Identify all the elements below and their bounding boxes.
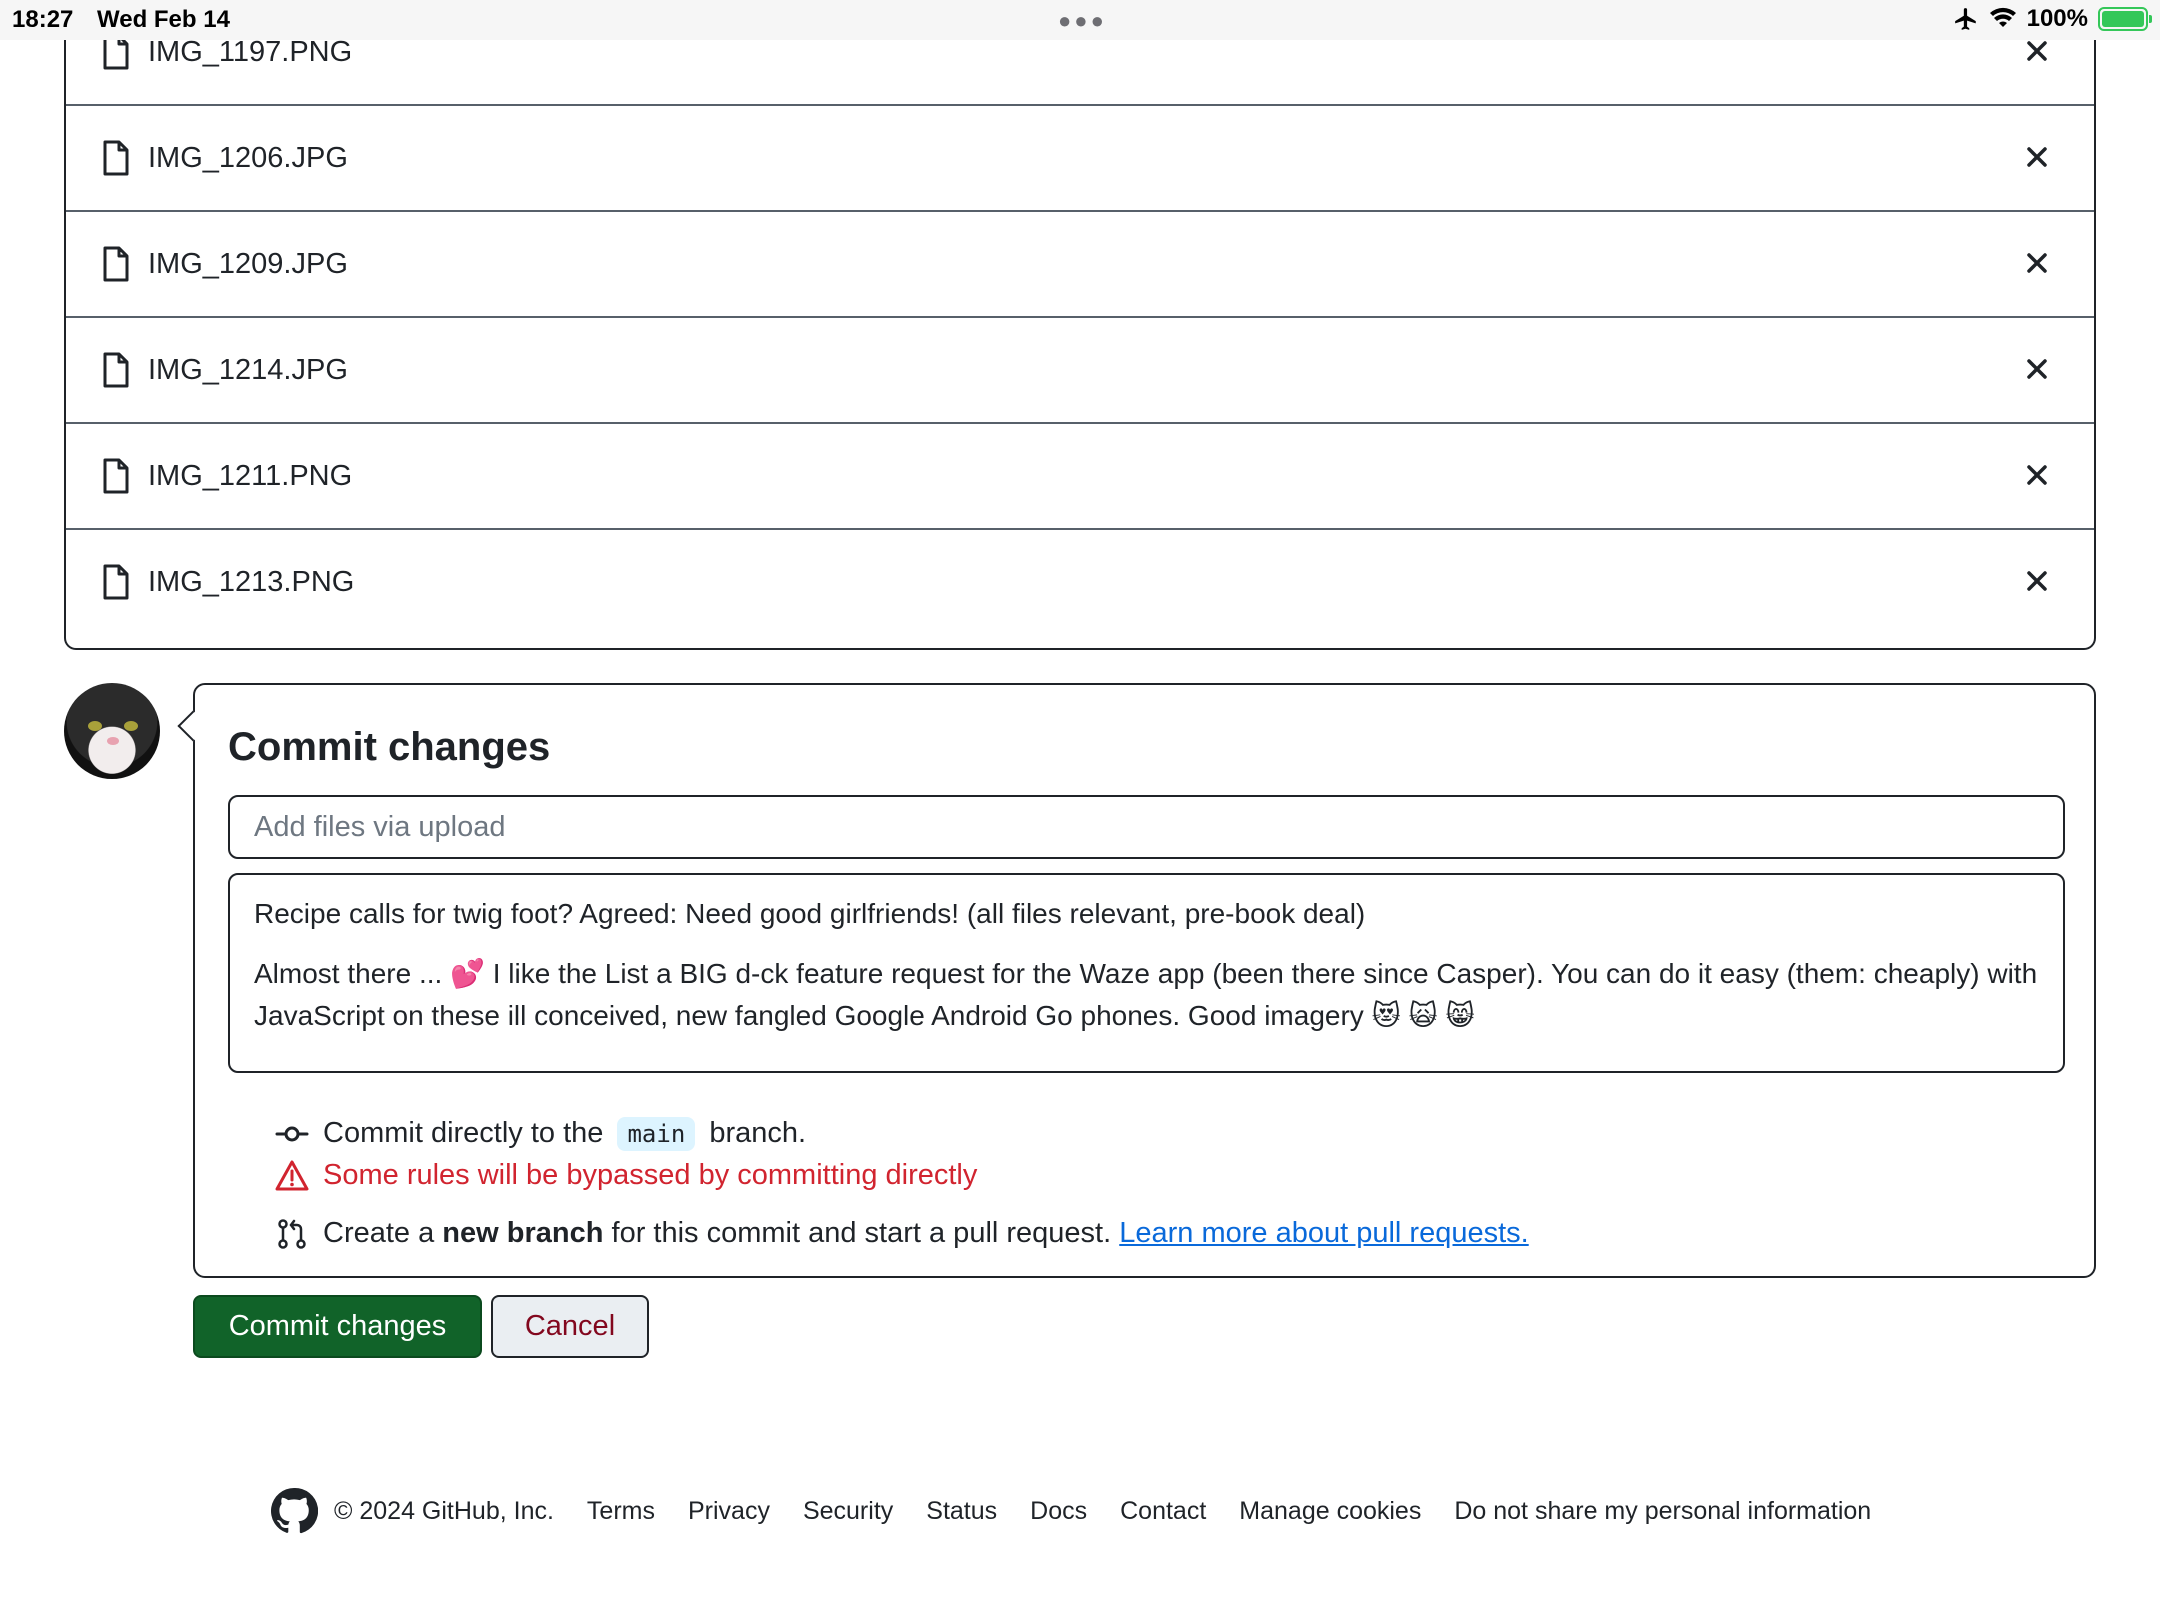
learn-more-link[interactable]: Learn more about pull requests. bbox=[1119, 1217, 1528, 1249]
alert-icon bbox=[275, 1160, 309, 1191]
user-avatar[interactable] bbox=[64, 683, 160, 779]
file-row: IMG_1213.PNG bbox=[66, 530, 2094, 636]
airplane-icon bbox=[1954, 8, 1976, 30]
status-date: Wed Feb 14 bbox=[97, 6, 230, 33]
status-bar: 18:27 Wed Feb 14 ●●● 100% bbox=[0, 0, 2160, 40]
file-row: IMG_1209.JPG bbox=[66, 212, 2094, 318]
remove-file-icon[interactable] bbox=[2020, 352, 2054, 386]
page-footer: © 2024 GitHub, Inc. Terms Privacy Securi… bbox=[270, 1486, 1904, 1536]
footer-link-status[interactable]: Status bbox=[926, 1497, 997, 1526]
commit-description-textarea[interactable]: Recipe calls for twig foot? Agreed: Need… bbox=[228, 873, 2065, 1073]
description-line: Recipe calls for twig foot? Agreed: Need… bbox=[254, 898, 1366, 929]
avatar-nose bbox=[107, 737, 119, 745]
status-time: 18:27 bbox=[12, 6, 74, 33]
file-row: IMG_1206.JPG bbox=[66, 106, 2094, 212]
git-pull-request-icon bbox=[278, 1219, 306, 1249]
commit-summary-input[interactable] bbox=[228, 795, 2065, 859]
file-name: IMG_1214.JPG bbox=[148, 354, 348, 386]
commit-changes-button[interactable]: Commit changes bbox=[193, 1295, 482, 1358]
file-name: IMG_1209.JPG bbox=[148, 248, 348, 280]
footer-link-privacy[interactable]: Privacy bbox=[688, 1497, 770, 1526]
footer-link-do-not-share[interactable]: Do not share my personal information bbox=[1454, 1497, 1871, 1526]
branch-name: main bbox=[617, 1117, 696, 1151]
file-name: IMG_1211.PNG bbox=[148, 460, 353, 492]
github-logo-icon[interactable] bbox=[270, 1487, 318, 1535]
remove-file-icon[interactable] bbox=[2020, 140, 2054, 174]
commit-changes-panel: Commit changes Recipe calls for twig foo… bbox=[177, 683, 2096, 1278]
file-icon bbox=[103, 246, 129, 282]
remove-file-icon[interactable] bbox=[2020, 564, 2054, 598]
avatar-eye bbox=[88, 721, 102, 731]
multitasking-dots-icon[interactable]: ●●● bbox=[1058, 8, 1107, 34]
uploaded-file-list: IMG_1197.PNG IMG_1206.JPG IMG_1209.JPG I… bbox=[64, 40, 2096, 650]
bypass-warning-text: Some rules will be bypassed by committin… bbox=[323, 1159, 978, 1191]
file-name: IMG_1197.PNG bbox=[148, 40, 353, 68]
commit-direct-text: Commit directly to the main branch. bbox=[323, 1117, 807, 1151]
new-branch-text: Create a new branch for this commit and … bbox=[323, 1217, 1529, 1249]
file-row: IMG_1197.PNG bbox=[66, 40, 2094, 106]
wifi-icon bbox=[1989, 7, 2016, 27]
avatar-eye bbox=[124, 721, 138, 731]
footer-link-contact[interactable]: Contact bbox=[1120, 1497, 1206, 1526]
description-line: Almost there ... 💕 I like the List a BIG… bbox=[254, 958, 2045, 1031]
file-icon bbox=[103, 40, 129, 70]
file-icon bbox=[103, 352, 129, 388]
commit-title: Commit changes bbox=[228, 725, 551, 769]
file-row: IMG_1214.JPG bbox=[66, 318, 2094, 424]
file-icon bbox=[103, 458, 129, 494]
remove-file-icon[interactable] bbox=[2020, 40, 2054, 68]
remove-file-icon[interactable] bbox=[2020, 246, 2054, 280]
cancel-button[interactable]: Cancel bbox=[491, 1295, 649, 1358]
file-icon bbox=[103, 564, 129, 600]
file-icon bbox=[103, 140, 129, 176]
footer-link-terms[interactable]: Terms bbox=[587, 1497, 655, 1526]
file-name: IMG_1213.PNG bbox=[148, 566, 355, 598]
git-commit-icon bbox=[275, 1126, 309, 1142]
panel-pointer bbox=[177, 710, 209, 742]
footer-link-docs[interactable]: Docs bbox=[1030, 1497, 1087, 1526]
remove-file-icon[interactable] bbox=[2020, 458, 2054, 492]
status-indicators: 100% bbox=[1953, 5, 2152, 33]
battery-percent: 100% bbox=[2026, 5, 2088, 32]
file-name: IMG_1206.JPG bbox=[148, 142, 348, 174]
file-row: IMG_1211.PNG bbox=[66, 424, 2094, 530]
battery-icon bbox=[2098, 7, 2152, 31]
footer-link-security[interactable]: Security bbox=[803, 1497, 893, 1526]
footer-link-manage-cookies[interactable]: Manage cookies bbox=[1239, 1497, 1421, 1526]
copyright-text: © 2024 GitHub, Inc. bbox=[334, 1496, 554, 1525]
